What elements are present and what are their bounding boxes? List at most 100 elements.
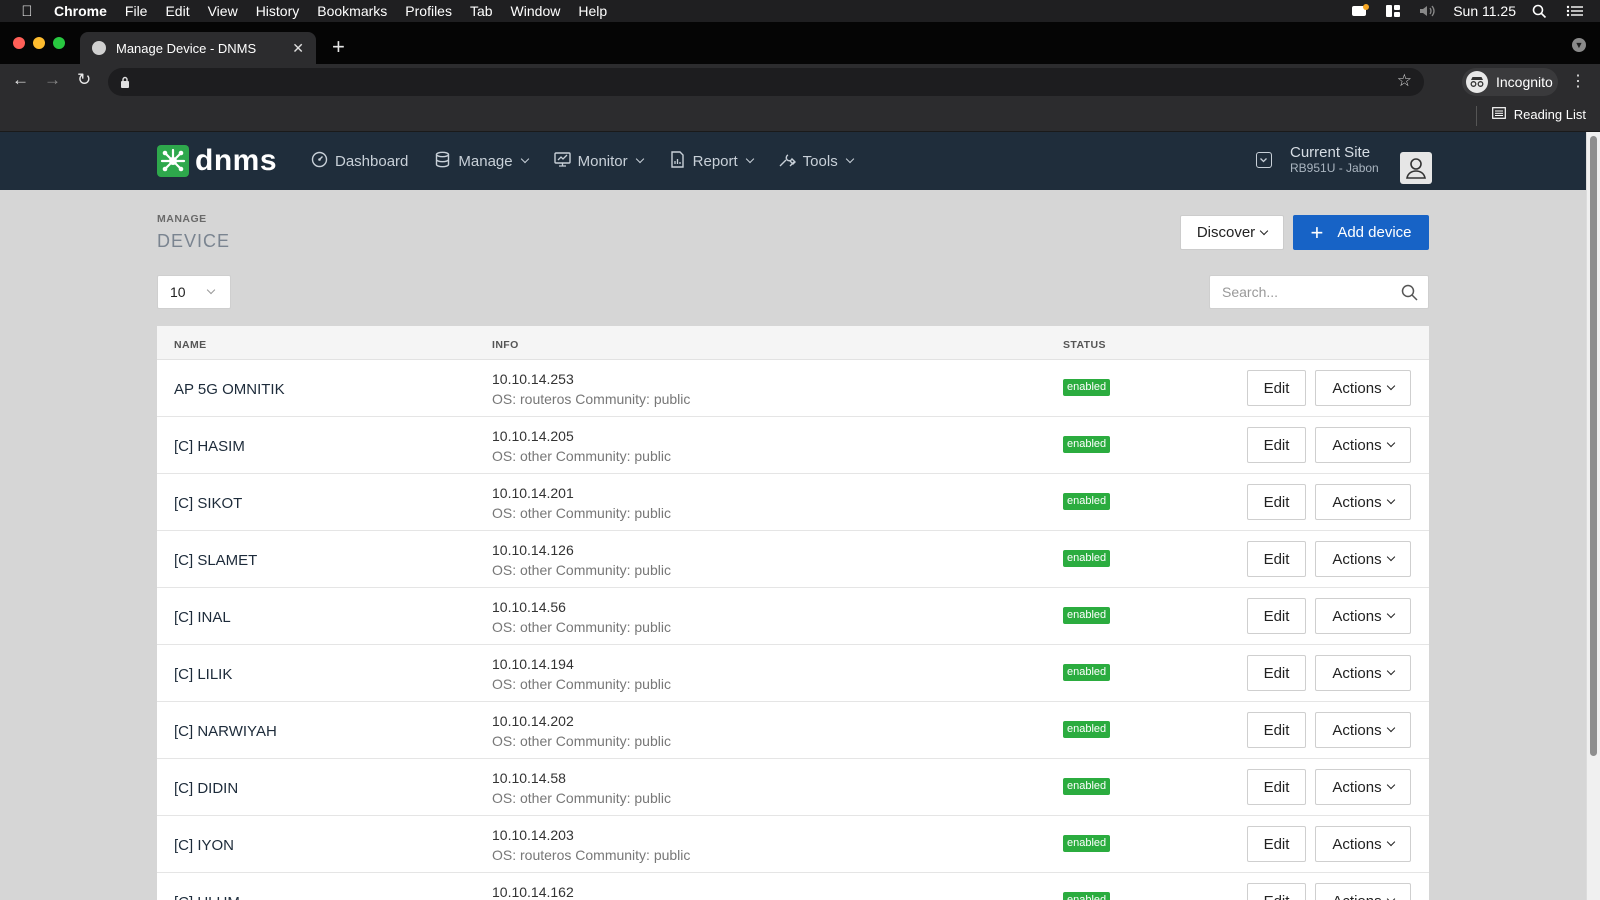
device-name[interactable]: [C] IYON	[174, 837, 234, 854]
notification-icon[interactable]	[1351, 4, 1370, 18]
actions-button[interactable]: Actions	[1315, 427, 1411, 463]
reload-icon[interactable]: ↻	[77, 70, 91, 90]
menu-edit[interactable]: Edit	[165, 3, 189, 19]
device-name[interactable]: [C] LILIK	[174, 666, 232, 683]
menu-history[interactable]: History	[256, 3, 300, 19]
nav-monitor[interactable]: Monitor	[553, 151, 644, 172]
window-minimize-button[interactable]	[33, 37, 45, 49]
device-name[interactable]: [C] DIDIN	[174, 780, 238, 797]
edit-button[interactable]: Edit	[1247, 598, 1306, 634]
search-input[interactable]	[1222, 276, 1392, 308]
nav-report[interactable]: Report	[669, 150, 754, 172]
device-ip: 10.10.14.203	[492, 827, 574, 843]
device-name[interactable]: [C] HASIM	[174, 438, 245, 455]
device-name[interactable]: [C] SLAMET	[174, 552, 257, 569]
current-site-label: Current Site	[1290, 144, 1371, 161]
edit-button[interactable]: Edit	[1247, 370, 1306, 406]
app-header: dnms Dashboard Manage Monitor Report Too…	[0, 132, 1586, 190]
device-name[interactable]: [C] ULUM	[174, 894, 240, 900]
menu-window[interactable]: Window	[511, 3, 561, 19]
actions-button[interactable]: Actions	[1315, 598, 1411, 634]
actions-button[interactable]: Actions	[1315, 769, 1411, 805]
plus-icon: +	[1310, 219, 1324, 245]
device-name[interactable]: AP 5G OMNITIK	[174, 381, 285, 398]
tab-title: Manage Device - DNMS	[116, 40, 257, 56]
menu-bookmarks[interactable]: Bookmarks	[317, 3, 387, 19]
device-name[interactable]: [C] INAL	[174, 609, 231, 626]
column-header-status[interactable]: STATUS	[1063, 339, 1106, 351]
control-center-icon[interactable]	[1385, 4, 1403, 18]
edit-button[interactable]: Edit	[1247, 769, 1306, 805]
nav-manage[interactable]: Manage	[434, 151, 529, 172]
chevron-down-icon	[1386, 666, 1395, 676]
edit-button[interactable]: Edit	[1247, 541, 1306, 577]
table-row: [C] IYON 10.10.14.203 OS: routeros Communi…	[157, 816, 1429, 873]
edit-button[interactable]: Edit	[1247, 484, 1306, 520]
actions-button[interactable]: Actions	[1315, 370, 1411, 406]
edit-button[interactable]: Edit	[1247, 427, 1306, 463]
actions-button[interactable]: Actions	[1315, 826, 1411, 862]
add-device-button[interactable]: + Add device	[1293, 215, 1429, 250]
menu-list-icon[interactable]	[1566, 4, 1584, 18]
actions-button[interactable]: Actions	[1315, 484, 1411, 520]
menu-view[interactable]: View	[208, 3, 238, 19]
menu-app-name[interactable]: Chrome	[54, 3, 107, 19]
page-scrollbar[interactable]	[1586, 132, 1600, 900]
browser-menu-icon[interactable]: ⋮	[1570, 71, 1586, 91]
breadcrumb[interactable]: MANAGE	[157, 213, 207, 225]
back-arrow-icon[interactable]: ←	[12, 70, 29, 90]
main-nav: Dashboard Manage Monitor Report Tools	[311, 132, 854, 190]
actions-button[interactable]: Actions	[1315, 541, 1411, 577]
reading-list-label: Reading List	[1513, 107, 1586, 122]
new-tab-button[interactable]: +	[332, 34, 345, 60]
edit-button[interactable]: Edit	[1247, 883, 1306, 900]
tab-search-icon[interactable]: ▼	[1572, 38, 1586, 52]
apple-icon[interactable]: 	[0, 3, 54, 20]
chevron-down-icon	[1386, 780, 1395, 790]
menu-help[interactable]: Help	[578, 3, 607, 19]
chevron-down-icon	[1386, 438, 1395, 448]
nav-tools[interactable]: Tools	[779, 151, 854, 172]
dnms-logo[interactable]: dnms	[157, 144, 277, 178]
chevron-down-icon	[1386, 723, 1395, 733]
actions-button[interactable]: Actions	[1315, 883, 1411, 900]
bookmark-star-icon[interactable]: ☆	[1397, 71, 1412, 91]
search-field[interactable]	[1209, 275, 1429, 309]
menubar-clock[interactable]: Sun 11.25	[1453, 3, 1516, 19]
reading-list-button[interactable]: Reading List	[1475, 106, 1586, 126]
menu-profiles[interactable]: Profiles	[405, 3, 452, 19]
device-ip: 10.10.14.194	[492, 656, 574, 672]
user-avatar[interactable]	[1400, 152, 1432, 184]
forward-arrow-icon[interactable]: →	[44, 70, 61, 90]
actions-button[interactable]: Actions	[1315, 712, 1411, 748]
table-row: [C] NARWIYAH 10.10.14.202 OS: other Commun…	[157, 702, 1429, 759]
column-header-name[interactable]: NAME	[174, 339, 207, 351]
os-menubar:  Chrome File Edit View History Bookmark…	[0, 0, 1600, 22]
incognito-profile-button[interactable]: Incognito	[1462, 68, 1558, 96]
edit-button[interactable]: Edit	[1247, 826, 1306, 862]
spotlight-search-icon[interactable]	[1532, 4, 1550, 19]
menu-file[interactable]: File	[125, 3, 148, 19]
address-bar[interactable]: ☆	[108, 68, 1424, 96]
browser-tab[interactable]: Manage Device - DNMS ✕	[80, 32, 316, 64]
window-close-button[interactable]	[13, 37, 25, 49]
edit-button[interactable]: Edit	[1247, 712, 1306, 748]
search-icon[interactable]	[1401, 284, 1418, 306]
device-ip: 10.10.14.201	[492, 485, 574, 501]
current-site-selector[interactable]: Current Site RB951U - Jabon	[1256, 144, 1379, 176]
volume-icon[interactable]	[1419, 4, 1437, 18]
nav-dashboard[interactable]: Dashboard	[311, 151, 408, 172]
column-header-info[interactable]: INFO	[492, 339, 519, 351]
menu-tab[interactable]: Tab	[470, 3, 493, 19]
edit-button[interactable]: Edit	[1247, 655, 1306, 691]
actions-button[interactable]: Actions	[1315, 655, 1411, 691]
device-name[interactable]: [C] NARWIYAH	[174, 723, 277, 740]
device-name[interactable]: [C] SIKOT	[174, 495, 242, 512]
page-title: DEVICE	[157, 231, 231, 251]
window-zoom-button[interactable]	[53, 37, 65, 49]
tab-close-icon[interactable]: ✕	[292, 40, 304, 57]
page-size-select[interactable]: 10	[157, 275, 231, 309]
scrollbar-thumb[interactable]	[1590, 136, 1597, 756]
table-row: [C] SIKOT 10.10.14.201 OS: other Community…	[157, 474, 1429, 531]
discover-button[interactable]: Discover	[1180, 215, 1284, 250]
